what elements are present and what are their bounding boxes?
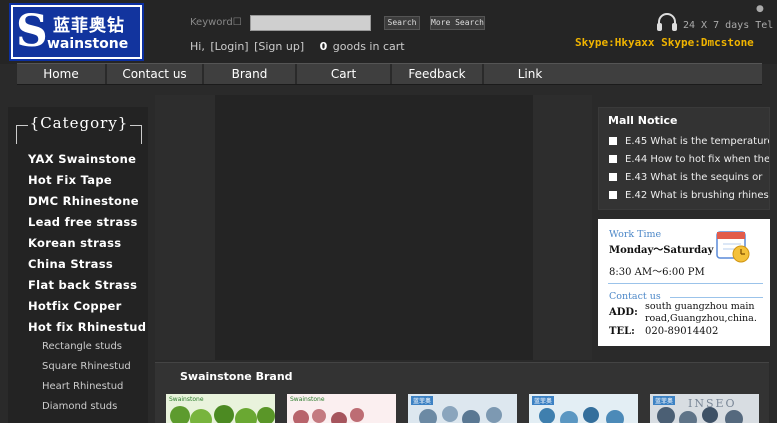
brand-section: Swainstone Brand Swainstone Swainstone 蓝… xyxy=(155,362,769,423)
category-item[interactable]: Korean strass xyxy=(28,235,148,256)
work-time-contact-panel: Work Time Monday～Saturday 8:30 AM～6:00 P… xyxy=(598,219,770,346)
thumb-label: 蓝菲奥 xyxy=(653,396,676,405)
thumb-label: Swainstone xyxy=(169,396,204,403)
banner-slot[interactable] xyxy=(215,95,533,360)
login-link[interactable]: [Login] xyxy=(210,40,248,53)
notice-item-text: E.44 How to hot fix when the xyxy=(625,154,770,165)
main-nav: Home Contact us Brand Cart Feedback Link xyxy=(17,63,762,85)
mall-notice-panel: Mall Notice E.45 What is the temperature… xyxy=(598,107,770,210)
category-item[interactable]: Lead free strass xyxy=(28,214,148,235)
cart-count: 0 xyxy=(319,40,328,53)
checkbox-icon xyxy=(609,137,617,145)
work-time-label: Work Time xyxy=(609,229,662,240)
header-dot: ● xyxy=(756,4,764,14)
thumb-label: 蓝菲奥 xyxy=(411,396,434,405)
user-status-line: Hi, [Login] [Sign up] 0 goods in cart xyxy=(190,40,407,53)
site-logo[interactable]: S 蓝菲奥钻 wainstone xyxy=(9,3,144,61)
nav-contact-us[interactable]: Contact us xyxy=(107,64,204,84)
checkbox-icon xyxy=(609,191,617,199)
thumb-watermark: INSEO xyxy=(688,397,737,410)
category-item[interactable]: Hotfix Copper xyxy=(28,298,148,319)
mall-notice-title: Mall Notice xyxy=(608,114,678,127)
cart-text[interactable]: goods in cart xyxy=(333,40,405,53)
support-hours-text: 24 X 7 days Tel xyxy=(683,20,774,31)
category-title: {Category} xyxy=(29,114,129,132)
signup-link[interactable]: [Sign up] xyxy=(254,40,304,53)
notice-item-text: E.42 What is brushing rhinestone xyxy=(625,190,769,201)
subcategory-item[interactable]: Rectangle studs xyxy=(42,340,152,360)
panel-divider xyxy=(608,283,763,284)
calendar-clock-icon xyxy=(716,231,750,263)
thumb-label: 蓝菲奥 xyxy=(532,396,555,405)
skype-contacts[interactable]: Skype:Hkyaxx Skype:Dmcstone xyxy=(575,36,754,49)
logo-english-text: wainstone xyxy=(47,36,129,52)
notice-item-text: E.45 What is the temperature xyxy=(625,136,770,147)
category-item[interactable]: Hot Fix Tape xyxy=(28,172,148,193)
nav-brand[interactable]: Brand xyxy=(204,64,297,84)
keyword-search-input[interactable] xyxy=(250,15,371,31)
nav-link[interactable]: Link xyxy=(484,64,576,84)
category-title-text: Category xyxy=(40,114,118,132)
panel-divider xyxy=(670,297,763,298)
tel-value: 020-89014402 xyxy=(645,326,719,337)
logo-letter: S xyxy=(16,7,48,57)
category-item[interactable]: Flat back Strass xyxy=(28,277,148,298)
checkbox-icon xyxy=(609,173,617,181)
subcategory-item[interactable]: Diamond studs xyxy=(42,400,152,420)
nav-home[interactable]: Home xyxy=(17,64,107,84)
category-heading: {Category} xyxy=(16,114,142,144)
subcategory-list: Rectangle studs Square Rhinestud Heart R… xyxy=(42,340,152,420)
brand-thumbnail[interactable]: Swainstone xyxy=(287,394,396,423)
address-label: ADD: xyxy=(609,307,638,318)
notice-item[interactable]: E.44 How to hot fix when the xyxy=(609,154,770,170)
notice-item[interactable]: E.45 What is the temperature xyxy=(609,136,770,152)
notice-item-text: E.43 What is the sequins or xyxy=(625,172,763,183)
brand-thumbnail[interactable]: 蓝菲奥 xyxy=(408,394,517,423)
subcategory-item[interactable]: Square Rhinestud xyxy=(42,360,152,380)
category-item[interactable]: YAX Swainstone xyxy=(28,151,148,172)
greeting-text: Hi, xyxy=(190,40,205,53)
heading-rule-left-tail xyxy=(16,125,17,144)
address-line-2: road,Guangzhou,china. xyxy=(645,313,757,324)
thumb-label: Swainstone xyxy=(290,396,325,403)
category-item[interactable]: Hot fix Rhinestud xyxy=(28,319,148,340)
category-list: YAX Swainstone Hot Fix Tape DMC Rhinesto… xyxy=(28,151,148,340)
address-line-1: south guangzhou main xyxy=(645,301,755,312)
logo-chinese-text: 蓝菲奥钻 xyxy=(53,16,125,36)
subcategory-item[interactable]: Heart Rhinestud xyxy=(42,380,152,400)
notice-item[interactable]: E.43 What is the sequins or xyxy=(609,172,769,188)
more-search-button[interactable]: More Search xyxy=(430,16,485,30)
category-item[interactable]: DMC Rhinestone xyxy=(28,193,148,214)
tel-label: TEL: xyxy=(609,326,635,337)
brand-thumbnail[interactable]: Swainstone xyxy=(166,394,275,423)
keyword-label: Keyword☐ xyxy=(190,17,242,28)
heading-rule-left xyxy=(16,125,28,126)
checkbox-icon xyxy=(609,155,617,163)
heading-rule-right-tail xyxy=(141,125,142,144)
search-button[interactable]: Search xyxy=(384,16,420,30)
headset-icon xyxy=(657,13,677,31)
brand-thumbnail[interactable]: 蓝菲奥 xyxy=(529,394,638,423)
nav-feedback[interactable]: Feedback xyxy=(392,64,484,84)
category-item[interactable]: China Strass xyxy=(28,256,148,277)
nav-cart[interactable]: Cart xyxy=(297,64,392,84)
work-days: Monday～Saturday xyxy=(609,245,714,256)
brand-thumbnail[interactable]: 蓝菲奥 INSEO xyxy=(650,394,759,423)
notice-item[interactable]: E.42 What is brushing rhinestone xyxy=(609,190,769,206)
brand-section-title: Swainstone Brand xyxy=(180,370,293,383)
work-hours: 8:30 AM～6:00 PM xyxy=(609,267,705,278)
